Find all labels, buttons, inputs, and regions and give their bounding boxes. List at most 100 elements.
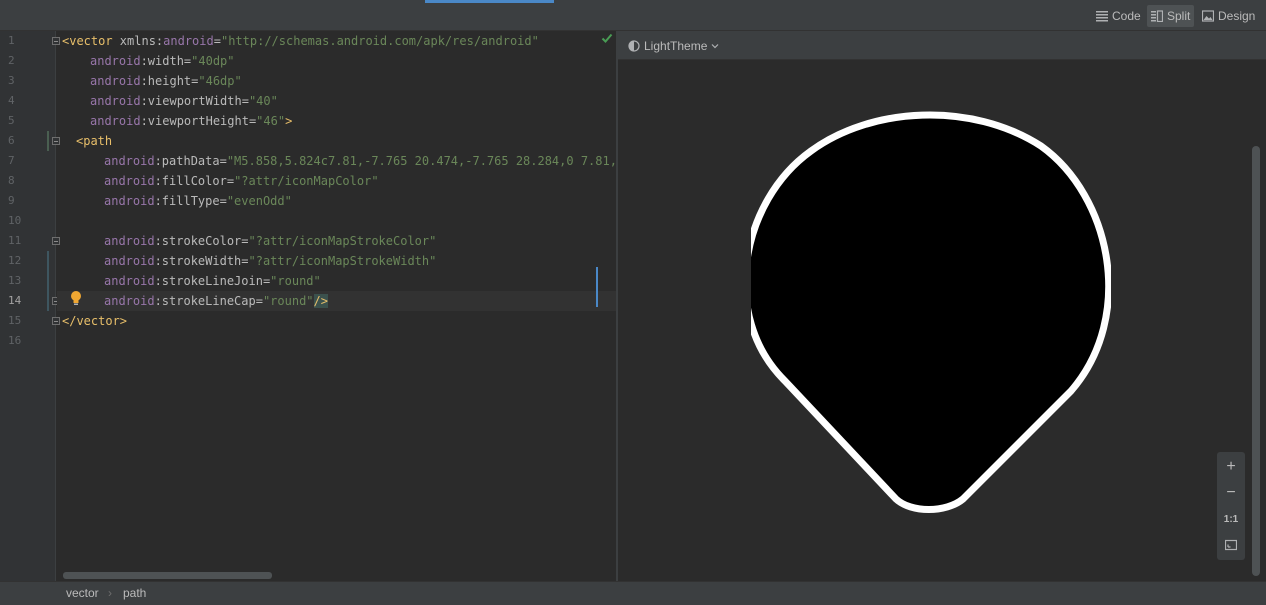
lightbulb-icon[interactable] (69, 290, 83, 306)
change-marker (47, 251, 49, 311)
design-view-button[interactable]: Design (1198, 5, 1259, 27)
theme-selector[interactable]: LightTheme (628, 36, 719, 56)
code-token: :strokeWidth= (154, 254, 249, 268)
indent-guide (596, 267, 598, 307)
map-pin-preview (751, 111, 1111, 513)
code-token: :viewportHeight= (140, 114, 257, 128)
fold-toggle[interactable] (52, 317, 60, 325)
code-token: <vector (62, 34, 113, 48)
fold-toggle[interactable] (52, 37, 60, 45)
code-editor[interactable]: 1 2 3 4 5 6 7 8 9 10 11 12 13 14 15 16 <vector xmlns:an… (0, 31, 631, 581)
code-token: :strokeColor= (154, 234, 249, 248)
code-token: android (104, 174, 155, 188)
line-number: 4 (8, 94, 15, 107)
code-token: :fillColor= (154, 174, 235, 188)
zoom-out-button[interactable]: − (1217, 480, 1245, 506)
gutter-row: 2 (0, 51, 56, 71)
line-number: 11 (8, 234, 22, 247)
line-number: 16 (8, 334, 22, 347)
code-token: :height= (140, 74, 199, 88)
split-view-label: Split (1167, 9, 1191, 23)
gutter-row: 3 (0, 71, 56, 91)
code-token: android (90, 74, 141, 88)
actual-size-button[interactable]: 1:1 (1217, 506, 1245, 532)
code-line: android:fillType="evenOdd" (104, 191, 292, 211)
code-token: "40" (248, 94, 278, 108)
code-token: /> (313, 294, 328, 308)
gutter-row: 5 (0, 111, 56, 131)
code-token: :strokeLineCap= (154, 294, 263, 308)
editor-toolbar: Code Split Design (0, 0, 1266, 31)
line-number: 2 (8, 54, 15, 67)
breadcrumb-item-path[interactable]: path (123, 586, 146, 600)
fit-screen-icon (1225, 539, 1237, 551)
gutter-row: 15 (0, 311, 60, 331)
gutter-row: 8 (0, 171, 56, 191)
code-token: :pathData= (154, 154, 227, 168)
code-token: :width= (140, 54, 192, 68)
code-token: android (104, 254, 155, 268)
line-number: 7 (8, 154, 15, 167)
code-line: android:strokeLineCap="round"/> (104, 291, 328, 311)
code-line: android:viewportHeight="46"> (90, 111, 292, 131)
line-number: 3 (8, 74, 15, 87)
code-token: "40dp" (191, 54, 235, 68)
split-icon (1151, 10, 1163, 22)
change-marker (47, 131, 49, 151)
line-number: 5 (8, 114, 15, 127)
code-token: android (104, 274, 155, 288)
chevron-down-icon (711, 44, 719, 49)
no-problems-check-icon (601, 33, 613, 43)
gutter-row: 1 (0, 31, 60, 51)
theme-label: LightTheme (644, 39, 708, 53)
design-view-label: Design (1218, 9, 1256, 23)
line-number: 12 (8, 254, 22, 267)
line-number: 8 (8, 174, 15, 187)
code-token: "?attr/iconMapStrokeColor" (248, 234, 437, 248)
gutter-row: 9 (0, 191, 56, 211)
preview-toolbar: LightTheme (618, 31, 1266, 60)
fold-toggle[interactable] (52, 237, 60, 245)
breadcrumb-separator: › (108, 586, 112, 600)
code-token: "46dp" (198, 74, 242, 88)
vertical-scrollbar[interactable] (1252, 146, 1260, 576)
code-token: xmlns: (112, 34, 164, 48)
code-token: = (213, 34, 221, 48)
code-token: android (163, 34, 214, 48)
code-line: android:height="46dp" (90, 71, 242, 91)
code-token: :strokeLineJoin= (154, 274, 271, 288)
code-token: "M5.858,5.824c7.81,-7.765 20.474,-7.765 … (226, 154, 632, 168)
code-line: android:strokeLineJoin="round" (104, 271, 321, 291)
breadcrumb-item-vector[interactable]: vector (66, 586, 99, 600)
code-token: :viewportWidth= (140, 94, 249, 108)
theme-icon (628, 40, 640, 52)
horizontal-scrollbar[interactable] (63, 572, 272, 579)
code-view-label: Code (1112, 9, 1141, 23)
code-token: android (104, 294, 155, 308)
code-line: <vector xmlns:android="http://schemas.an… (62, 31, 539, 51)
code-token: "http://schemas.android.com/apk/res/andr… (220, 34, 539, 48)
code-token: android (90, 54, 141, 68)
code-token: <path (76, 134, 113, 148)
code-token: "46" (256, 114, 286, 128)
lines-icon (1096, 11, 1108, 22)
zoom-to-fit-button[interactable] (1217, 532, 1245, 558)
split-view-button[interactable]: Split (1147, 5, 1195, 27)
code-view-button[interactable]: Code (1092, 5, 1145, 27)
code-line: android:width="40dp" (90, 51, 235, 71)
line-number: 14 (8, 294, 22, 307)
fold-toggle[interactable] (52, 137, 60, 145)
zoom-controls: + − 1:1 (1217, 452, 1245, 560)
code-token: :fillType= (154, 194, 227, 208)
code-token: </vector> (62, 314, 128, 328)
map-pin-shape (751, 111, 1111, 513)
code-token: android (90, 114, 141, 128)
gutter-row: 16 (0, 331, 56, 351)
code-token: "evenOdd" (226, 194, 292, 208)
breadcrumb: vector › path (0, 581, 1266, 605)
code-token: "round" (262, 294, 314, 308)
zoom-in-button[interactable]: + (1217, 454, 1245, 480)
code-line: android:fillColor="?attr/iconMapColor" (104, 171, 379, 191)
active-tab-indicator (425, 0, 554, 3)
line-number: 10 (8, 214, 22, 227)
